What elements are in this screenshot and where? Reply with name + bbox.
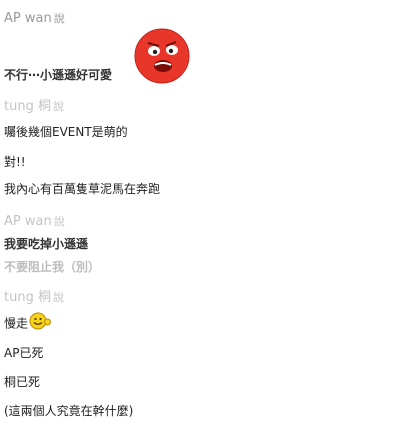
- smiley-face-icon: [29, 312, 52, 330]
- message-text: 桐已死: [4, 375, 41, 389]
- message-text: 我內心有百萬隻草泥馬在奔跑: [4, 182, 161, 196]
- message-text: 對!!: [4, 155, 26, 169]
- speaker-name: AP wan 說: [4, 11, 65, 26]
- message-text: 不要阻止我（別）: [4, 260, 101, 274]
- message-text: 慢走: [4, 316, 29, 331]
- red-face-sticker-icon: [134, 28, 190, 84]
- message-text: 囑後幾個EVENT是萌的: [4, 125, 128, 139]
- speaker-name: AP wan 說: [4, 214, 65, 229]
- message-text: 我要吃掉小遜遜: [4, 237, 89, 251]
- speaker-name: tung 桐說: [4, 290, 64, 305]
- message-text: 不行⋯小遜遜好可愛: [4, 68, 113, 82]
- message-line: 慢走: [4, 312, 52, 333]
- speaker-name: tung 桐說: [4, 99, 64, 114]
- message-text: AP已死: [4, 346, 44, 360]
- message-text: (這兩個人究竟在幹什麼): [4, 404, 134, 418]
- chat-thread: AP wan 說 不行⋯小遜遜好可愛 tung 桐說 囑後幾個EVENT是萌的 對…: [0, 0, 418, 423]
